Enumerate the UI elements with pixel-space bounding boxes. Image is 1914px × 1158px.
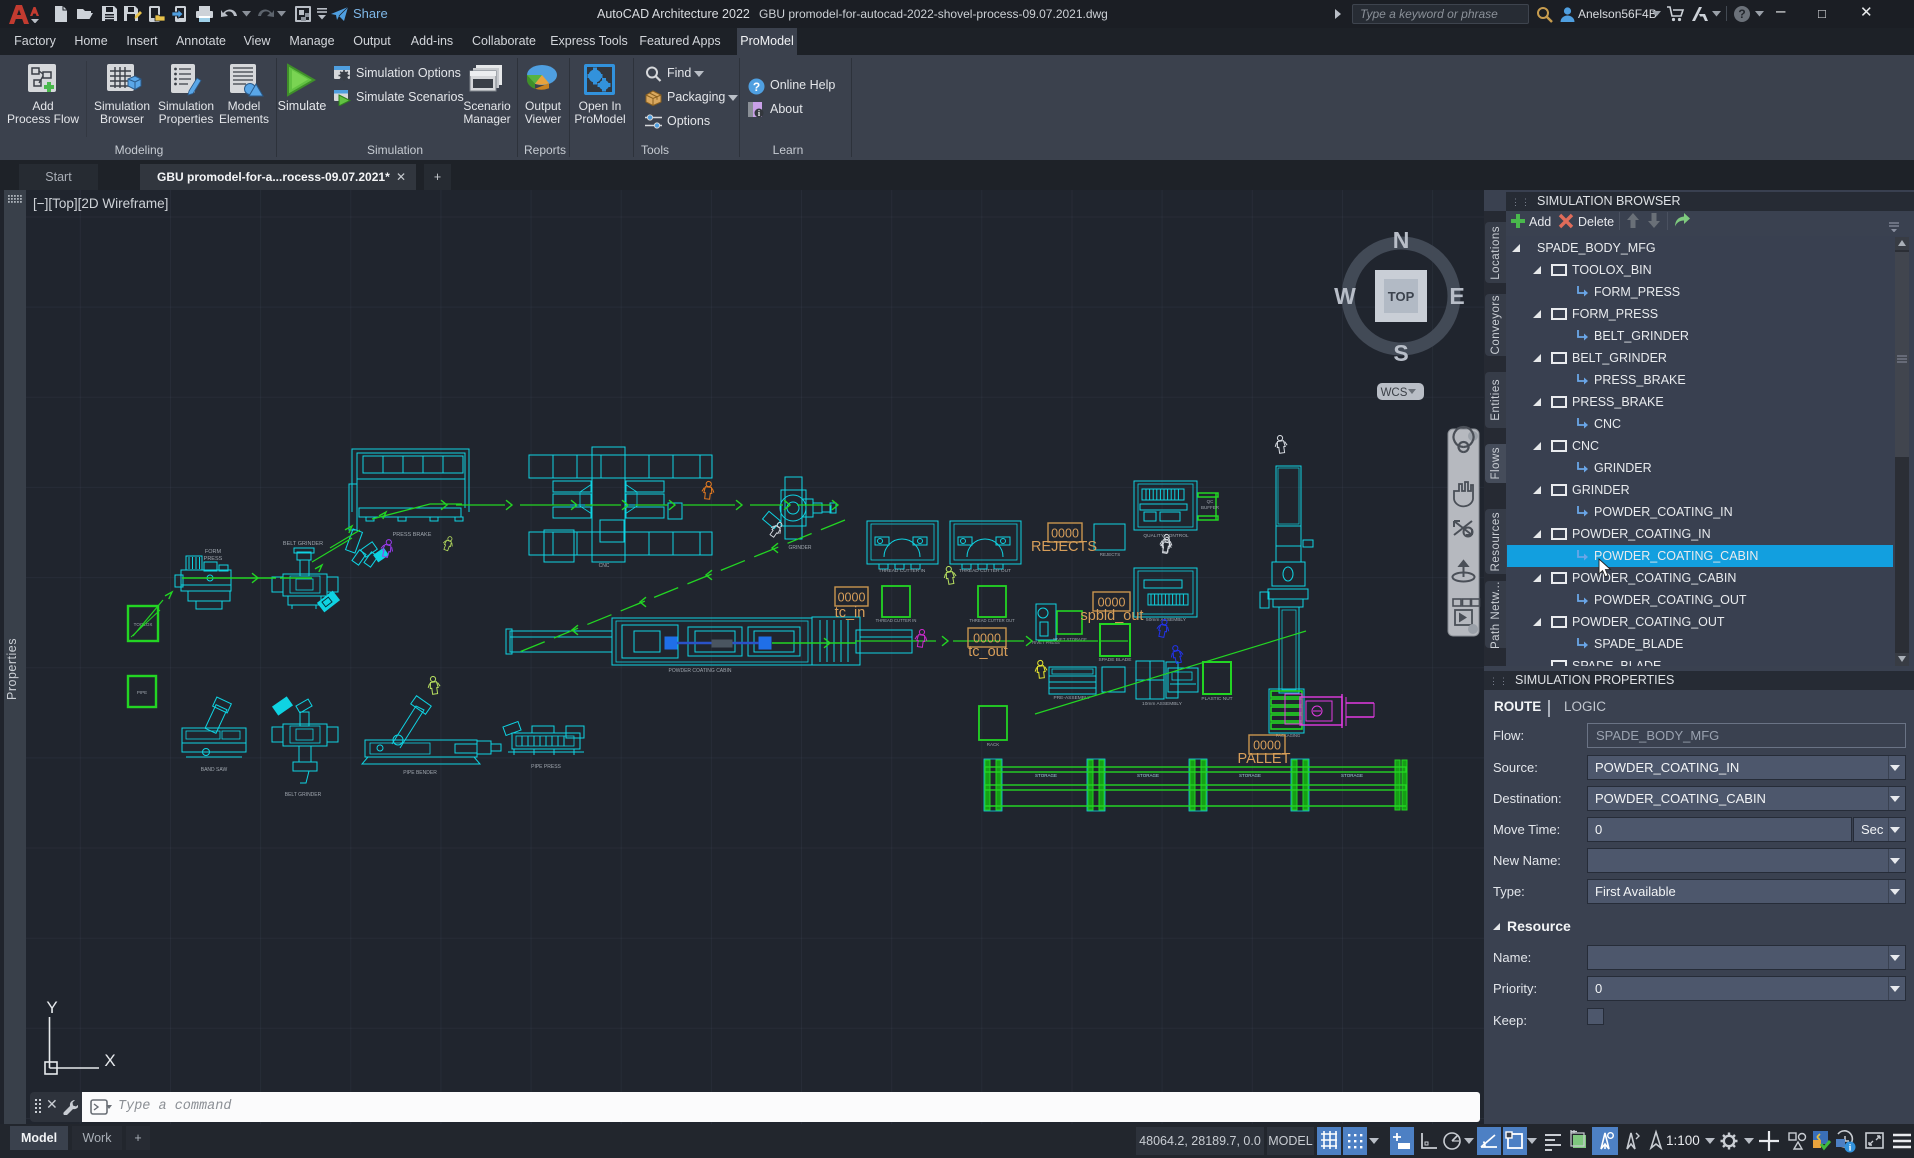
svg-text:POWDER COATING CABIN: POWDER COATING CABIN	[669, 668, 732, 674]
svg-text:tc_in: tc_in	[835, 605, 866, 621]
svg-text:STORAGE: STORAGE	[1239, 773, 1261, 778]
svg-text:?: ?	[1738, 7, 1745, 21]
svg-text:W: W	[1334, 283, 1356, 309]
svg-text:PRESS: PRESS	[204, 556, 223, 562]
svg-text:S: S	[1393, 340, 1408, 366]
svg-text:PIPE PRESS: PIPE PRESS	[531, 764, 561, 770]
svg-text:PLASTIC NUT: PLASTIC NUT	[1201, 696, 1232, 702]
svg-text:PIPE: PIPE	[137, 690, 147, 695]
svg-text:PRESS BRAKE: PRESS BRAKE	[393, 532, 432, 538]
svg-text:N: N	[1393, 227, 1410, 253]
svg-text:REJECTS: REJECTS	[1031, 539, 1097, 555]
svg-text:X: X	[104, 1051, 115, 1070]
svg-text:STORAGE: STORAGE	[1035, 773, 1057, 778]
svg-text:RACK: RACK	[987, 742, 1000, 747]
svg-text:BAND SAW: BAND SAW	[201, 767, 228, 773]
svg-text:Y: Y	[46, 998, 57, 1017]
svg-text:BELT GRINDER: BELT GRINDER	[283, 541, 323, 547]
svg-text:THREAD CUTTER OUT: THREAD CUTTER OUT	[959, 568, 1011, 574]
svg-text:GRINDER: GRINDER	[788, 545, 811, 551]
svg-text:BUFFER: BUFFER	[1201, 505, 1220, 510]
svg-text:spbld_out: spbld_out	[1081, 608, 1144, 624]
svg-text:SPADE BLADE: SPADE BLADE	[1099, 657, 1132, 663]
svg-text:BELT GRINDER: BELT GRINDER	[285, 792, 322, 798]
svg-text:REJECTS: REJECTS	[1100, 552, 1121, 557]
svg-text:tc_out: tc_out	[968, 644, 1008, 660]
svg-text:STORAGE: STORAGE	[1137, 773, 1159, 778]
svg-text:E: E	[1449, 283, 1464, 309]
svg-text:FORM: FORM	[205, 549, 222, 555]
svg-text:STORAGE: STORAGE	[1341, 773, 1363, 778]
svg-text:THREAD CUTTER IN: THREAD CUTTER IN	[876, 618, 917, 623]
svg-text:?: ?	[753, 80, 760, 94]
svg-text:WCS: WCS	[1381, 387, 1408, 399]
svg-text:THREAD CUTTER IN: THREAD CUTTER IN	[879, 568, 926, 574]
svg-text:10mm ASSEMBLY: 10mm ASSEMBLY	[1142, 701, 1183, 707]
svg-text:QC: QC	[1207, 499, 1215, 504]
svg-text:TOP: TOP	[1388, 289, 1415, 304]
svg-text:THREAD CUTTER OUT: THREAD CUTTER OUT	[969, 618, 1015, 623]
svg-text:CNC: CNC	[599, 563, 610, 569]
svg-text:PALLET: PALLET	[1238, 751, 1291, 767]
svg-text:0000: 0000	[838, 591, 866, 605]
svg-text:PIPE BENDER: PIPE BENDER	[403, 770, 437, 776]
